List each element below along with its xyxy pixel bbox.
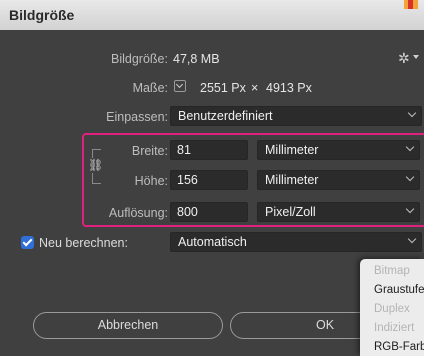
dimensions-height: 4913 Px xyxy=(266,81,312,95)
fit-to-label: Einpassen: xyxy=(106,110,168,124)
chevron-down-icon xyxy=(405,204,415,214)
menu-item-rgb[interactable]: RGB-Farbe xyxy=(374,341,424,353)
menu-item-indexed: Indiziert xyxy=(374,322,415,334)
height-input[interactable]: 156 xyxy=(170,170,248,190)
chevron-down-icon xyxy=(407,108,417,118)
link-bracket-bottom xyxy=(92,172,101,184)
resample-method-value: Automatisch xyxy=(178,235,247,249)
gear-icon[interactable]: ✲ xyxy=(398,50,410,67)
width-label: Breite: xyxy=(131,144,168,158)
color-mode-menu: Bitmap Graustufen Duplex Indiziert RGB-F… xyxy=(360,259,424,356)
chain-link-icon[interactable]: ⛓ xyxy=(88,158,103,173)
chevron-down-icon xyxy=(407,234,417,244)
dimensions-unit-toggle[interactable] xyxy=(174,80,186,92)
menu-item-duotone: Duplex xyxy=(374,303,410,315)
resample-label: Neu berechnen: xyxy=(39,236,128,250)
checkmark-icon xyxy=(22,236,33,247)
window-title: Bildgröße xyxy=(9,7,75,23)
background-window-fragment-red xyxy=(408,0,413,9)
height-label: Höhe: xyxy=(134,174,168,188)
fit-to-value: Benutzerdefiniert xyxy=(178,109,273,123)
resample-checkbox[interactable] xyxy=(21,236,34,249)
menu-item-grayscale[interactable]: Graustufen xyxy=(374,284,424,296)
resample-method-select[interactable]: Automatisch xyxy=(170,232,422,252)
width-unit-select[interactable]: Millimeter xyxy=(257,140,420,160)
image-size-label: Bildgröße: xyxy=(111,52,168,66)
height-unit-select[interactable]: Millimeter xyxy=(257,170,420,190)
width-input[interactable]: 81 xyxy=(170,140,248,160)
resolution-unit-value: Pixel/Zoll xyxy=(265,205,316,219)
height-unit-value: Millimeter xyxy=(265,173,319,187)
resolution-input[interactable]: 800 xyxy=(170,202,248,222)
resolution-label: Auflösung: xyxy=(108,206,168,220)
dimensions-times: × xyxy=(251,81,259,95)
chevron-down-icon xyxy=(175,80,184,89)
fit-to-select[interactable]: Benutzerdefiniert xyxy=(170,106,422,126)
image-size-value: 47,8 MB xyxy=(173,52,220,66)
dimensions-label: Maße: xyxy=(132,81,168,95)
cancel-button[interactable]: Abbrechen xyxy=(33,312,223,339)
dimensions-width: 2551 Px xyxy=(200,81,246,95)
resolution-unit-select[interactable]: Pixel/Zoll xyxy=(257,202,420,222)
menu-item-bitmap: Bitmap xyxy=(374,265,410,277)
chevron-down-icon xyxy=(405,172,415,182)
width-unit-value: Millimeter xyxy=(265,143,319,157)
gear-menu-chevron-icon[interactable] xyxy=(413,55,419,59)
chevron-down-icon xyxy=(405,142,415,152)
